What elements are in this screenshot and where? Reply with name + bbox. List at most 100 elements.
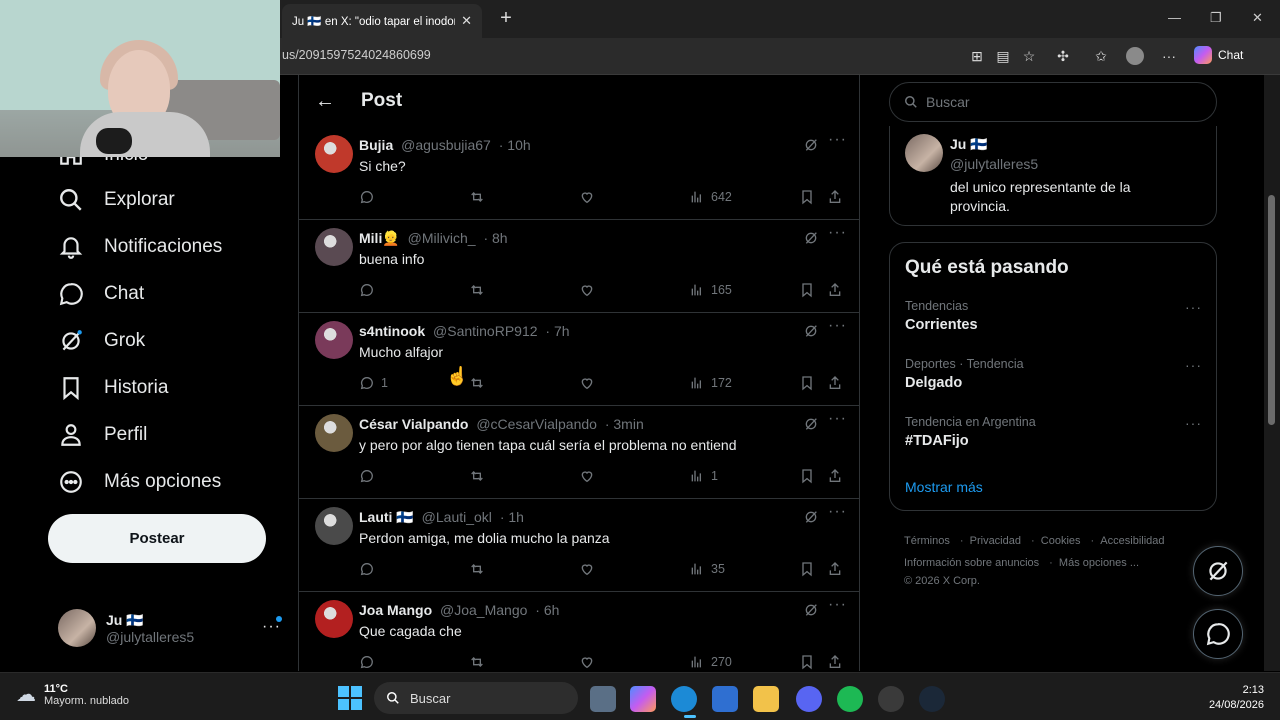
- reply-button[interactable]: [359, 654, 381, 670]
- page-scrollbar[interactable]: [1264, 75, 1280, 671]
- bookmark-button[interactable]: [799, 189, 815, 205]
- back-arrow-icon[interactable]: ←: [315, 90, 335, 113]
- bookmark-button[interactable]: [799, 561, 815, 577]
- account-switcher[interactable]: Ju 🇫🇮 @julytalleres5 ···: [58, 608, 288, 648]
- more-horizontal-icon[interactable]: ···: [828, 131, 847, 149]
- share-button[interactable]: [827, 189, 843, 205]
- reply-tweet[interactable]: Joa Mango @Joa_Mango · 6h ··· Que cagada…: [299, 592, 859, 671]
- trend-item[interactable]: Deportes · Tendencia Delgado ···: [905, 357, 1205, 391]
- views-button[interactable]: 165: [689, 282, 732, 298]
- author-handle[interactable]: @SantinoRP912: [433, 323, 538, 339]
- obs-icon[interactable]: [878, 686, 904, 712]
- bookmark-button[interactable]: [799, 282, 815, 298]
- reply-tweet[interactable]: Lauti 🇫🇮 @Lauti_okl · 1h ··· Perdon amig…: [299, 499, 859, 592]
- author-handle[interactable]: @cCesarVialpando: [476, 416, 597, 432]
- reply-button[interactable]: [359, 468, 381, 484]
- share-button[interactable]: [827, 375, 843, 391]
- views-button[interactable]: 642: [689, 189, 732, 205]
- grok-icon[interactable]: [803, 323, 819, 339]
- nav-explorar[interactable]: Explorar: [58, 187, 175, 213]
- bookmark-button[interactable]: [799, 654, 815, 670]
- nav-mas-opciones[interactable]: Más opciones: [58, 469, 221, 495]
- windows-start-icon[interactable]: [338, 686, 362, 710]
- repost-button[interactable]: [469, 468, 485, 484]
- like-button[interactable]: [579, 654, 595, 670]
- trend-item[interactable]: Tendencias Corrientes ···: [905, 299, 1205, 333]
- like-button[interactable]: [579, 189, 595, 205]
- grok-icon[interactable]: [803, 509, 819, 525]
- avatar[interactable]: [315, 600, 353, 638]
- footer-link[interactable]: Accesibilidad: [1100, 535, 1164, 547]
- reply-button[interactable]: [359, 189, 381, 205]
- author-name[interactable]: Bujia: [359, 137, 393, 153]
- browser-tab[interactable]: Ju 🇫🇮 en X: "odio tapar el inodoro s ✕: [282, 4, 482, 38]
- grok-icon[interactable]: [803, 602, 819, 618]
- footer-link[interactable]: Términos: [904, 535, 950, 547]
- share-button[interactable]: [827, 561, 843, 577]
- more-horizontal-icon[interactable]: ···: [1185, 357, 1202, 373]
- author-name[interactable]: Lauti 🇫🇮: [359, 509, 414, 525]
- system-clock[interactable]: 2:13 24/08/2026: [1190, 683, 1264, 713]
- favorites-icon[interactable]: ✩: [1092, 47, 1110, 65]
- nav-historia[interactable]: Historia: [58, 375, 168, 401]
- more-horizontal-icon[interactable]: ···: [828, 410, 847, 428]
- like-button[interactable]: [579, 468, 595, 484]
- reply-button[interactable]: [359, 561, 381, 577]
- like-button[interactable]: [579, 375, 595, 391]
- task-view-icon[interactable]: [590, 686, 616, 712]
- edge-icon[interactable]: [671, 686, 697, 712]
- minimize-icon[interactable]: —: [1168, 10, 1181, 25]
- reply-tweet[interactable]: César Vialpando @cCesarVialpando · 3min …: [299, 406, 859, 499]
- author-name[interactable]: Mili👱: [359, 230, 400, 246]
- taskbar-search[interactable]: Buscar: [374, 682, 578, 714]
- store-icon[interactable]: [712, 686, 738, 712]
- reader-icon[interactable]: ▤: [994, 47, 1012, 65]
- copilot-taskbar-icon[interactable]: [630, 686, 656, 712]
- tweet-time[interactable]: · 6h: [535, 602, 559, 618]
- avatar[interactable]: [315, 228, 353, 266]
- grok-icon[interactable]: [803, 416, 819, 432]
- reply-tweet[interactable]: Bujia @agusbujia67 · 10h ··· Si che? 642: [299, 127, 859, 220]
- more-horizontal-icon[interactable]: ···: [828, 224, 847, 242]
- extensions-icon[interactable]: ✣: [1054, 47, 1072, 65]
- author-name[interactable]: Joa Mango: [359, 602, 432, 618]
- copilot-chat-button[interactable]: Chat: [1194, 46, 1243, 64]
- favorite-star-icon[interactable]: ☆: [1020, 47, 1038, 65]
- tweet-time[interactable]: · 10h: [499, 137, 531, 153]
- discord-icon[interactable]: [796, 686, 822, 712]
- bookmark-button[interactable]: [799, 375, 815, 391]
- tweet-time[interactable]: · 1h: [500, 509, 524, 525]
- avatar[interactable]: [315, 135, 353, 173]
- file-explorer-icon[interactable]: [753, 686, 779, 712]
- grok-icon[interactable]: [803, 137, 819, 153]
- share-button[interactable]: [827, 282, 843, 298]
- author-handle[interactable]: @Milivich_: [408, 230, 476, 246]
- grok-icon[interactable]: [803, 230, 819, 246]
- quoted-post-card[interactable]: Ju 🇫🇮 @julytalleres5 del unico represent…: [889, 126, 1217, 226]
- nav-notificaciones[interactable]: Notificaciones: [58, 234, 222, 260]
- avatar[interactable]: [315, 321, 353, 359]
- footer-link[interactable]: Privacidad: [970, 535, 1021, 547]
- more-horizontal-icon[interactable]: ···: [1185, 299, 1202, 315]
- messages-fab-button[interactable]: [1193, 609, 1243, 659]
- nav-perfil[interactable]: Perfil: [58, 422, 147, 448]
- views-button[interactable]: 35: [689, 561, 725, 577]
- more-horizontal-icon[interactable]: ···: [1185, 415, 1202, 431]
- avatar[interactable]: [315, 507, 353, 545]
- trend-item[interactable]: Tendencia en Argentina #TDAFijo ···: [905, 415, 1205, 449]
- more-horizontal-icon[interactable]: ···: [828, 503, 847, 521]
- avatar[interactable]: [315, 414, 353, 452]
- steam-icon[interactable]: [919, 686, 945, 712]
- grok-fab-button[interactable]: [1193, 546, 1243, 596]
- footer-link[interactable]: Cookies: [1041, 535, 1081, 547]
- search-input[interactable]: Buscar: [889, 82, 1217, 122]
- author-name[interactable]: s4ntinook: [359, 323, 425, 339]
- views-button[interactable]: 172: [689, 375, 732, 391]
- reply-tweet[interactable]: Mili👱 @Milivich_ · 8h ··· buena info 165: [299, 220, 859, 313]
- bookmark-button[interactable]: [799, 468, 815, 484]
- more-horizontal-icon[interactable]: ···: [828, 317, 847, 335]
- footer-link[interactable]: Información sobre anuncios: [904, 557, 1039, 569]
- more-icon[interactable]: ···: [1160, 47, 1178, 65]
- author-handle[interactable]: @agusbujia67: [401, 137, 491, 153]
- nav-grok[interactable]: Grok: [58, 328, 145, 354]
